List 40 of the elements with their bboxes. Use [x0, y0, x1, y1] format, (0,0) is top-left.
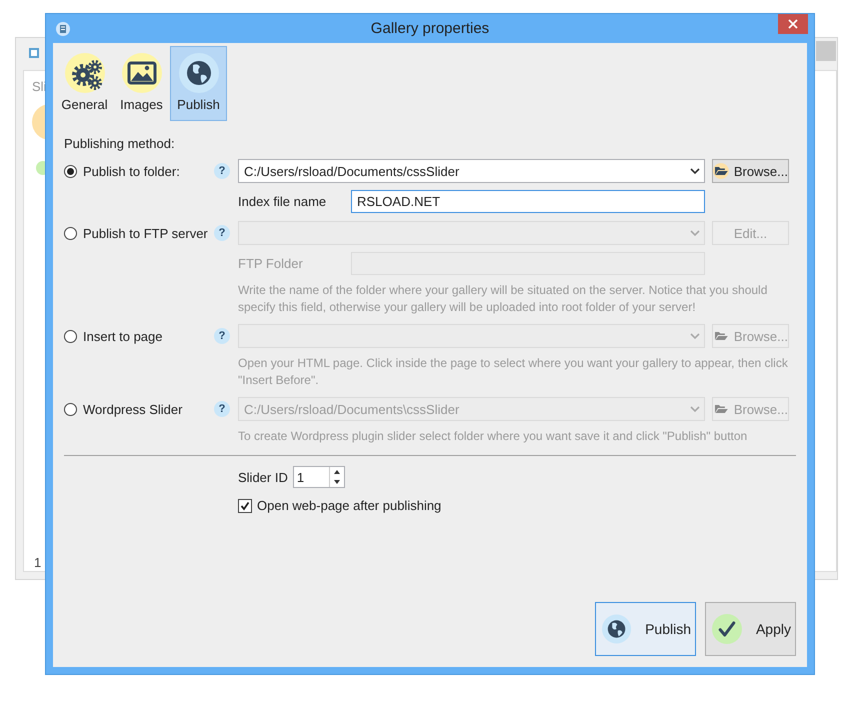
help-badge[interactable]: ? — [214, 225, 230, 241]
app-icon — [28, 47, 40, 59]
help-badge[interactable]: ? — [214, 163, 230, 179]
radio-button[interactable]: Publish to FTP server — [64, 226, 208, 240]
help-badge[interactable]: ? — [214, 401, 230, 417]
close-button[interactable] — [778, 14, 808, 34]
input-field[interactable]: RSLOAD.NET — [351, 190, 705, 213]
number-spinner[interactable]: 1 — [292, 466, 345, 488]
chevron-icon — [690, 229, 700, 237]
hint-text: Write the name of the folder where your gallery will be situated on the server. Notice that you should specify this field, otherwise your gallery will be uploaded into root folder of your server! — [238, 282, 768, 316]
gears-icon — [64, 53, 104, 93]
path-dropdown[interactable]: C:/Users/rsload/Documents/cssSlider — [238, 159, 705, 183]
tab[interactable]: Images — [113, 46, 170, 121]
tab[interactable]: General — [56, 46, 113, 121]
app-icon — [56, 22, 70, 36]
field-label: Index file name — [238, 194, 328, 209]
section-label: Publishing method: — [64, 136, 176, 151]
browse-button[interactable]: Browse... — [712, 159, 789, 183]
field-label: Slider ID — [238, 470, 288, 484]
hint-text: Open your HTML page. Click inside the page to select where you want your gallery to appear, then click "Insert Before". — [238, 355, 789, 389]
apply-button[interactable]: Apply — [705, 602, 796, 656]
radio-button[interactable]: Insert to page — [64, 328, 162, 344]
picture-frame-icon — [122, 53, 162, 93]
check-icon — [240, 500, 250, 510]
chevron-icon — [690, 167, 700, 175]
radio-button[interactable]: Wordpress Slider — [64, 402, 182, 416]
hint-text: To create Wordpress plugin slider select folder where you want save it and click "Publish" button — [238, 428, 748, 445]
chevron-icon — [690, 332, 700, 340]
field-label: FTP Folder — [238, 256, 304, 271]
checkbox[interactable]: Open web-page after publishing — [238, 498, 796, 513]
globe-icon — [178, 53, 218, 93]
chevron-icon — [690, 405, 700, 413]
window-title: Gallery properties — [370, 20, 490, 37]
close-icon — [788, 19, 798, 29]
radio-button[interactable]: Publish to folder: — [64, 164, 180, 178]
status-text: 1 — [34, 555, 42, 570]
folder-icon — [713, 163, 729, 179]
publish-button[interactable]: Publish — [595, 602, 696, 656]
tab[interactable]: Publish — [170, 46, 227, 121]
help-badge[interactable]: ? — [214, 328, 230, 344]
